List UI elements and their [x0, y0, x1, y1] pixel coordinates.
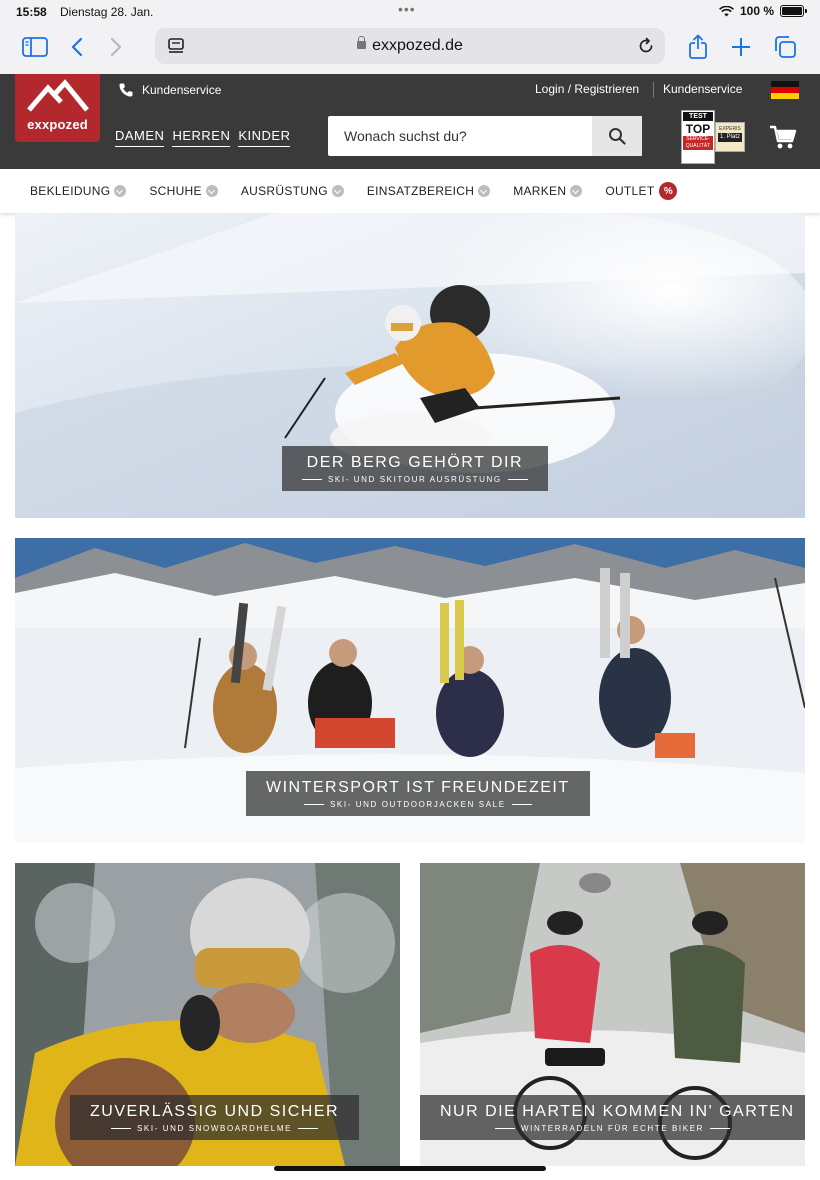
- search-button[interactable]: [592, 116, 642, 156]
- multitasking-dots-icon[interactable]: •••: [398, 1, 416, 17]
- nav-kinder[interactable]: KINDER: [238, 128, 291, 147]
- battery-percent: 100 %: [739, 4, 774, 18]
- cart-icon[interactable]: [769, 124, 797, 155]
- banner-subtitle-text: SKI- UND SNOWBOARDHELME: [137, 1124, 293, 1133]
- search-icon: [609, 128, 626, 145]
- banner-subtitle: WINTERRADELN FÜR ECHTE BIKER: [440, 1124, 785, 1133]
- banner-caption: WINTERSPORT IST FREUNDEZEIT SKI- UND OUT…: [246, 771, 590, 816]
- category-label: AUSRÜSTUNG: [240, 184, 328, 198]
- category-bekleidung[interactable]: BEKLEIDUNG: [30, 184, 127, 198]
- lock-icon: [357, 36, 367, 49]
- tabs-icon[interactable]: [772, 34, 798, 60]
- status-bar: 15:58 Dienstag 28. Jan. ••• 100 %: [0, 0, 820, 24]
- ranking-badge[interactable]: EXPERIS 1. Platz: [715, 122, 745, 152]
- new-tab-icon[interactable]: [728, 34, 754, 60]
- category-outlet[interactable]: OUTLET%: [605, 182, 678, 200]
- banner-subtitle: SKI- UND SNOWBOARDHELME: [90, 1124, 339, 1133]
- banner-title: ZUVERLÄSSIG UND SICHER: [90, 1103, 340, 1120]
- banner-title: DER BERG GEHÖRT DIR: [306, 454, 524, 471]
- banner-friends[interactable]: WINTERSPORT IST FREUNDEZEIT SKI- UND OUT…: [15, 538, 805, 843]
- banner-helmets[interactable]: ZUVERLÄSSIG UND SICHER SKI- UND SNOWBOAR…: [15, 863, 400, 1166]
- wifi-icon: [719, 5, 734, 16]
- category-label: EINSATZBEREICH: [366, 184, 475, 198]
- chevron-down-icon: [478, 185, 491, 197]
- status-time: 15:58: [16, 5, 47, 19]
- category-marken[interactable]: MARKEN: [513, 184, 583, 198]
- address-bar[interactable]: exxpozed.de: [155, 28, 665, 64]
- category-label: MARKEN: [513, 184, 567, 198]
- sidebar-icon[interactable]: [22, 34, 48, 60]
- banner-title: NUR DIE HARTEN KOMMEN IN' GARTEN: [440, 1103, 795, 1120]
- browser-toolbar: exxpozed.de: [0, 24, 820, 74]
- chevron-down-icon: [205, 185, 218, 197]
- banner-title: WINTERSPORT IST FREUNDEZEIT: [266, 779, 570, 796]
- category-label: BEKLEIDUNG: [30, 184, 111, 198]
- banner-caption: NUR DIE HARTEN KOMMEN IN' GARTEN WINTERR…: [420, 1095, 805, 1140]
- chevron-down-icon: [114, 185, 127, 197]
- test-award-badge[interactable]: TEST BILD TOP SERVICE-QUALITÄT: [681, 110, 715, 164]
- category-schuhe[interactable]: SCHUHE: [149, 184, 218, 198]
- status-date: Dienstag 28. Jan.: [60, 5, 154, 19]
- banner-caption: DER BERG GEHÖRT DIR SKI- UND SKITOUR AUS…: [282, 446, 548, 491]
- url-text: exxpozed.de: [155, 36, 665, 55]
- nav-herren[interactable]: HERREN: [172, 128, 231, 147]
- share-icon[interactable]: [685, 34, 711, 60]
- login-link[interactable]: Login / Registrieren: [535, 82, 639, 96]
- back-icon[interactable]: [64, 34, 90, 60]
- chevron-down-icon: [570, 185, 583, 197]
- banner-subtitle-text: WINTERRADELN FÜR ECHTE BIKER: [520, 1124, 705, 1133]
- banner-winter-biking[interactable]: NUR DIE HARTEN KOMMEN IN' GARTEN WINTERR…: [420, 863, 805, 1166]
- search-input[interactable]: [328, 116, 592, 156]
- service-label: Kundenservice: [142, 83, 222, 97]
- badge2-line2: 1. Platz: [718, 133, 742, 142]
- banner-caption: ZUVERLÄSSIG UND SICHER SKI- UND SNOWBOAR…: [70, 1095, 360, 1140]
- outlet-percent-badge: %: [659, 182, 678, 200]
- category-einsatzbereich[interactable]: EINSATZBEREICH: [366, 184, 491, 198]
- search-box: [328, 116, 642, 156]
- gender-nav: DAMEN HERREN KINDER: [115, 128, 291, 147]
- header-divider: [653, 82, 654, 98]
- badge2-line1: EXPERIS: [719, 126, 741, 132]
- badge-line2: TOP: [685, 122, 711, 136]
- banner-ski-touring[interactable]: DER BERG GEHÖRT DIR SKI- UND SKITOUR AUS…: [15, 213, 805, 518]
- banner-subtitle: SKI- UND SKITOUR AUSRÜSTUNG: [302, 475, 528, 484]
- german-flag-icon[interactable]: [771, 81, 799, 99]
- banner-subtitle-text: SKI- UND OUTDOORJACKEN SALE: [329, 800, 506, 809]
- category-label: OUTLET: [605, 184, 655, 198]
- badge-line3: SERVICE-QUALITÄT: [683, 136, 713, 150]
- nav-damen[interactable]: DAMEN: [115, 128, 165, 147]
- home-indicator[interactable]: [274, 1166, 546, 1171]
- service-link-right[interactable]: Kundenservice: [663, 82, 742, 96]
- forward-icon[interactable]: [103, 34, 129, 60]
- battery-icon: [780, 5, 807, 17]
- category-ausruestung[interactable]: AUSRÜSTUNG: [241, 184, 344, 198]
- phone-icon: [119, 83, 133, 97]
- reload-icon[interactable]: [637, 37, 655, 60]
- banner-subtitle-text: SKI- UND SKITOUR AUSRÜSTUNG: [328, 475, 502, 484]
- category-label: SCHUHE: [149, 184, 202, 198]
- logo[interactable]: exxpozed: [15, 74, 100, 142]
- chevron-down-icon: [331, 185, 344, 197]
- url-label: exxpozed.de: [372, 37, 463, 54]
- category-nav: BEKLEIDUNG SCHUHE AUSRÜSTUNG EINSATZBERE…: [0, 169, 820, 213]
- badge-line1: TEST BILD: [683, 112, 713, 129]
- mountain-logo-icon: [27, 79, 89, 112]
- service-link[interactable]: Kundenservice: [118, 82, 221, 98]
- site-header: exxpozed Kundenservice Login / Registrie…: [0, 74, 820, 169]
- banner-subtitle: SKI- UND OUTDOORJACKEN SALE: [266, 800, 570, 809]
- logo-text: exxpozed: [27, 117, 88, 132]
